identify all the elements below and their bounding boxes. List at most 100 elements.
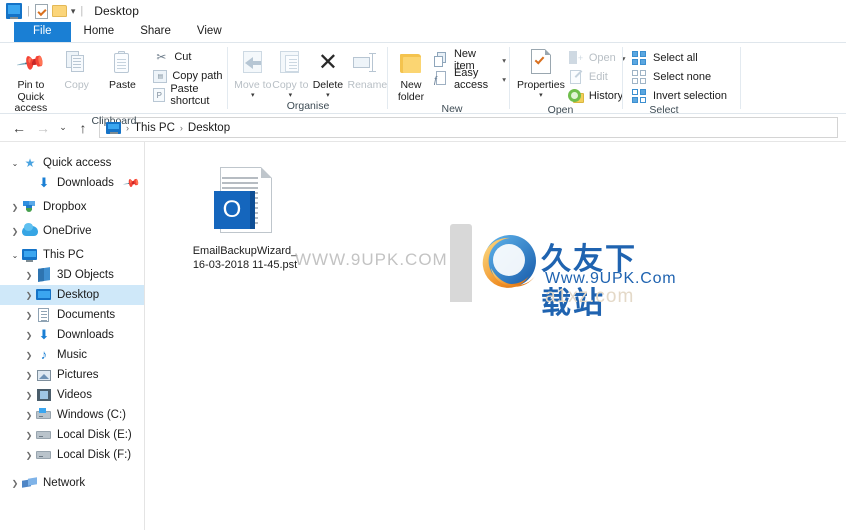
properties-label: Properties [517, 79, 565, 91]
sidebar-item-desktop[interactable]: ❯ Desktop [0, 285, 145, 305]
chevron-down-icon[interactable]: ▾ [251, 92, 255, 99]
move-to-button[interactable]: Move to ▾ [234, 48, 272, 99]
chevron-down-icon[interactable]: ▾ [289, 92, 293, 99]
download-icon: ⬇ [38, 175, 50, 190]
sidebar-item-onedrive[interactable]: ❯ OneDrive [0, 221, 145, 241]
sidebar-item-3d-objects[interactable]: ❯ 3D Objects [0, 265, 145, 285]
sidebar-item-label: Desktop [57, 289, 100, 301]
sidebar-item-label: Windows (C:) [57, 409, 127, 421]
chevron-right-icon[interactable]: ❯ [22, 291, 36, 300]
select-none-label: Select none [653, 71, 712, 83]
new-folder-icon[interactable] [51, 5, 67, 17]
edit-icon [568, 69, 584, 85]
chevron-right-icon[interactable]: ❯ [22, 451, 36, 460]
pin-to-quick-access-label: Pin to Quick access [14, 79, 48, 114]
properties-button[interactable]: Properties ▾ [517, 48, 565, 99]
sidebar-item-network[interactable]: ❯ Network [0, 473, 145, 493]
rename-label: Rename [347, 79, 388, 91]
sidebar-item-label: Downloads [57, 177, 114, 189]
sidebar-item-music[interactable]: ❯ ♪ Music [0, 345, 145, 365]
watermark-bar [450, 224, 472, 302]
this-pc-icon[interactable] [6, 3, 22, 19]
paste-shortcut-button[interactable]: P Paste shortcut [153, 83, 228, 107]
chevron-right-icon[interactable]: ❯ [22, 351, 36, 360]
sidebar-item-windows-c[interactable]: ❯ Windows (C:) [0, 405, 145, 425]
drive-icon [36, 427, 52, 443]
sidebar-item-label: Network [43, 477, 86, 489]
copy-button[interactable]: Copy [54, 48, 100, 92]
properties-icon[interactable] [34, 3, 48, 19]
sidebar-item-label: Dropbox [43, 201, 87, 213]
sidebar-item-videos[interactable]: ❯ Videos [0, 385, 145, 405]
file-list-pane[interactable]: O EmailBackupWizard_16-03-2018 11-45.pst… [145, 142, 846, 530]
chevron-right-icon[interactable]: ❯ [22, 411, 36, 420]
network-icon [22, 475, 38, 491]
invert-selection-button[interactable]: Invert selection [632, 88, 731, 104]
copy-path-button[interactable]: ▤ Copy path [153, 68, 228, 84]
delete-button[interactable]: ✕ Delete ▾ [309, 48, 347, 99]
rename-icon [353, 48, 381, 78]
move-to-label: Move to [234, 79, 272, 91]
chevron-right-icon[interactable]: ❯ [22, 331, 36, 340]
pin-icon[interactable]: 📌 [123, 174, 142, 193]
chevron-down-icon[interactable]: ▾ [539, 92, 543, 99]
paste-button[interactable]: Paste [100, 48, 146, 92]
watermark: WWW.9UPK.COM 久友下载站 Www.9UPK.Com a1xz.com [295, 224, 676, 321]
chevron-down-icon[interactable]: ⌄ [8, 251, 22, 260]
chevron-right-icon[interactable]: ❯ [22, 271, 36, 280]
easy-access-button[interactable]: ƒ Easy access ▾ [433, 67, 510, 91]
copy-to-button[interactable]: Copy to ▾ [272, 48, 310, 99]
list-item[interactable]: O EmailBackupWizard_16-03-2018 11-45.pst [192, 167, 298, 272]
pin-to-quick-access-button[interactable]: 📌 Pin to Quick access [8, 48, 54, 115]
outlook-pst-file-icon: O [214, 167, 276, 241]
chevron-down-icon[interactable]: ⌄ [8, 159, 22, 168]
history-icon [567, 88, 584, 104]
sidebar-item-local-disk-f[interactable]: ❯ Local Disk (F:) [0, 445, 145, 465]
select-none-icon [632, 69, 648, 85]
sidebar-item-quick-access[interactable]: ⌄ ★ Quick access [0, 153, 145, 173]
tab-home[interactable]: Home [70, 22, 128, 42]
copy-to-icon [277, 48, 303, 78]
tab-share[interactable]: Share [127, 22, 184, 42]
tab-view[interactable]: View [184, 22, 235, 42]
documents-icon [36, 307, 52, 323]
history-button[interactable]: History [567, 88, 630, 104]
open-button[interactable]: + Open ▾ [568, 50, 630, 66]
dropbox-icon [22, 199, 38, 215]
chevron-right-icon[interactable]: ❯ [8, 227, 22, 236]
this-pc-icon [106, 121, 121, 134]
edit-label: Edit [588, 71, 608, 83]
music-icon: ♪ [40, 347, 48, 362]
chevron-down-icon[interactable]: ▾ [71, 6, 76, 17]
sidebar-item-dropbox[interactable]: ❯ Dropbox [0, 197, 145, 217]
chevron-right-icon[interactable]: ❯ [22, 431, 36, 440]
select-none-button[interactable]: Select none [632, 69, 731, 85]
sidebar-item-pictures[interactable]: ❯ Pictures [0, 365, 145, 385]
sidebar-item-this-pc[interactable]: ⌄ This PC [0, 245, 145, 265]
chevron-down-icon[interactable]: ▾ [326, 92, 330, 99]
sidebar-item-documents[interactable]: ❯ Documents [0, 305, 145, 325]
copy-icon [65, 48, 88, 78]
rename-button[interactable]: Rename [347, 48, 388, 92]
sidebar-item-downloads[interactable]: ⬇ Downloads 📌 [0, 173, 145, 193]
sidebar-item-downloads[interactable]: ❯ ⬇ Downloads [0, 325, 145, 345]
chevron-right-icon[interactable]: ❯ [22, 311, 36, 320]
chevron-right-icon[interactable]: ❯ [8, 479, 22, 488]
chevron-down-icon[interactable]: ▾ [501, 56, 506, 65]
invert-selection-icon [632, 88, 648, 104]
download-icon: ⬇ [38, 327, 50, 342]
select-all-button[interactable]: Select all [632, 50, 731, 66]
chevron-down-icon[interactable]: ▾ [501, 75, 506, 84]
new-folder-button[interactable]: New folder [395, 48, 427, 103]
cut-button[interactable]: ✂ Cut [153, 49, 228, 65]
select-all-icon [632, 50, 648, 66]
chevron-right-icon[interactable]: ❯ [8, 203, 22, 212]
new-item-button[interactable]: New item ▾ [433, 48, 510, 72]
copy-path-icon: ▤ [153, 69, 168, 83]
chevron-right-icon[interactable]: ❯ [22, 391, 36, 400]
tab-file[interactable]: File [14, 22, 71, 42]
chevron-right-icon[interactable]: ❯ [22, 371, 36, 380]
sidebar-item-label: Quick access [43, 157, 112, 169]
edit-button[interactable]: Edit [568, 69, 630, 85]
sidebar-item-local-disk-e[interactable]: ❯ Local Disk (E:) [0, 425, 145, 445]
